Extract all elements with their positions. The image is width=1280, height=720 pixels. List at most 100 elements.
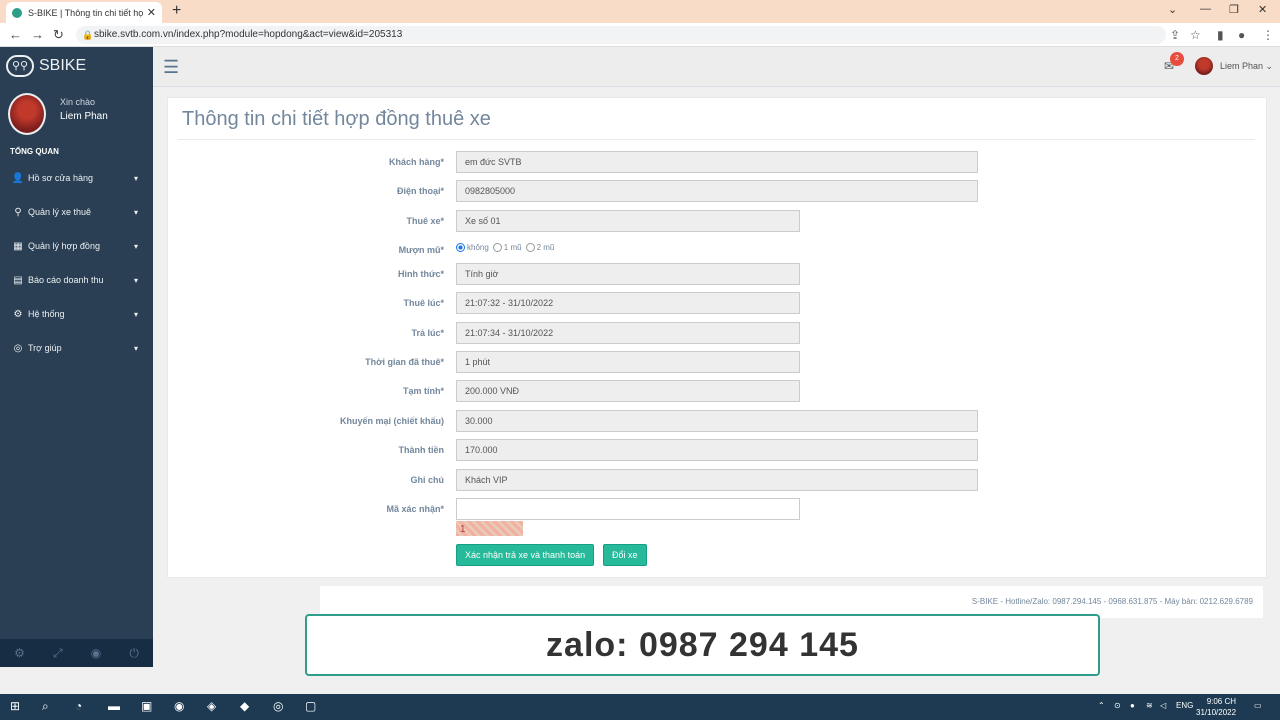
top-avatar[interactable]: [1195, 57, 1213, 75]
clock[interactable]: 9:06 CH 31/10/2022: [1196, 696, 1236, 718]
sidebar-panel-icon[interactable]: ▮: [1217, 28, 1224, 42]
phone-field[interactable]: 0982805000: [456, 180, 978, 202]
rent-time-field[interactable]: 21:07:32 - 31/10/2022: [456, 292, 800, 314]
field-label: Hình thức*: [397, 269, 444, 279]
bicycle-icon: ⚲: [14, 206, 22, 218]
store-icon[interactable]: ▣: [141, 699, 152, 713]
menu-toggle-icon[interactable]: ☰: [163, 57, 179, 78]
notification-center-icon[interactable]: ▭: [1254, 701, 1262, 710]
app-icon[interactable]: ◈: [207, 699, 216, 713]
brand[interactable]: ⚲⚲ SBIKE: [6, 55, 86, 77]
new-tab-icon[interactable]: +: [172, 2, 181, 20]
reload-icon[interactable]: ↻: [53, 27, 64, 43]
customer-field[interactable]: em đức SVTB: [456, 151, 978, 173]
search-icon[interactable]: ⌕: [42, 699, 49, 714]
microphone-icon[interactable]: ●: [1130, 701, 1135, 710]
windows-start-icon[interactable]: ⊞: [10, 699, 20, 713]
field-label: Mượn mũ*: [398, 245, 444, 255]
sidebar-item-label: Quản lý xe thuê: [28, 207, 92, 217]
bike-field[interactable]: Xe số 01: [456, 210, 800, 232]
sidebar-item-xe-thue[interactable]: ⚲ Quản lý xe thuê ▾: [0, 195, 153, 229]
zalo-banner: zalo: 0987 294 145: [305, 614, 1100, 676]
rental-type-field[interactable]: Tính giờ: [456, 263, 800, 285]
total-field[interactable]: 170.000: [456, 439, 978, 461]
volume-icon[interactable]: ◁: [1160, 701, 1166, 710]
forward-icon[interactable]: →: [31, 27, 44, 42]
close-window-icon[interactable]: ✕: [1258, 3, 1267, 16]
field-label: Thành tiền: [398, 445, 445, 455]
profile-icon[interactable]: ●: [1238, 28, 1245, 42]
helmet-option-one[interactable]: 1 mũ: [492, 243, 522, 252]
duration-field[interactable]: 1 phút: [456, 351, 800, 373]
tab-title: S-BIKE | Thông tin chi tiết hợp đồ: [28, 7, 143, 18]
clock-date: 31/10/2022: [1196, 708, 1237, 717]
user-icon: 👤: [11, 172, 25, 184]
sidebar-item-label: Hồ sơ cửa hàng: [28, 173, 93, 183]
chrome-active-icon[interactable]: ◎: [273, 699, 283, 713]
url-input[interactable]: 🔒 sbike.svtb.com.vn/index.php?module=hop…: [76, 26, 1166, 44]
sidebar-item-bao-cao[interactable]: ▤ Báo cáo doanh thu ▾: [0, 263, 153, 297]
favicon-icon: [12, 7, 22, 18]
sidebar-item-he-thong[interactable]: ⚙ Hệ thống ▾: [0, 297, 153, 331]
avatar: [8, 93, 46, 135]
note-input[interactable]: Khách VIP: [456, 469, 978, 491]
browser-tab[interactable]: S-BIKE | Thông tin chi tiết hợp đồ ✕: [6, 2, 162, 23]
sidebar-item-label: Báo cáo doanh thu: [28, 275, 104, 285]
close-tab-icon[interactable]: ✕: [147, 6, 156, 19]
language-indicator[interactable]: ENG: [1176, 701, 1193, 710]
sidebar-footer: ⚙ ⤢ ◉ ⏻: [0, 639, 153, 667]
lock-screen-icon[interactable]: ◉: [91, 646, 101, 660]
helmet-option-two[interactable]: 2 mũ: [525, 243, 554, 252]
tray-chevron-icon[interactable]: ⌃: [1098, 701, 1105, 710]
form-row-thue-luc: Thuê lúc* 21:07:32 - 31/10/2022: [168, 292, 1268, 314]
minimize-icon[interactable]: —: [1200, 3, 1211, 15]
chevron-down-icon: ▾: [133, 275, 138, 285]
back-icon[interactable]: ←: [9, 27, 22, 42]
browser-menu-icon[interactable]: ⋮: [1262, 28, 1274, 42]
form-row-muon-mu: Mượn mũ* không 1 mũ 2 mũ: [168, 239, 1268, 261]
radio-label: không: [467, 243, 489, 252]
share-icon[interactable]: ⇪: [1170, 28, 1180, 42]
radio-button[interactable]: [492, 243, 502, 252]
form-row-tam-tinh: Tạm tính* 200.000 VNĐ: [168, 380, 1268, 402]
return-time-field[interactable]: 21:07:34 - 31/10/2022: [456, 322, 800, 344]
logout-icon[interactable]: ⏻: [129, 646, 139, 661]
sidebar-item-ho-so[interactable]: 👤 Hồ sơ cửa hàng ▾: [0, 161, 153, 195]
top-user-name[interactable]: Liem Phan ⌄: [1220, 61, 1273, 72]
edge-icon[interactable]: ◔: [75, 699, 82, 713]
page-title: Thông tin chi tiết hợp đồng thuê xe: [182, 108, 491, 130]
helmet-option-none[interactable]: không: [456, 243, 489, 252]
subtotal-field[interactable]: 200.000 VNĐ: [456, 380, 800, 402]
sidebar-item-label: Hệ thống: [28, 309, 65, 319]
wifi-icon[interactable]: ≋: [1146, 701, 1153, 710]
tray-app-icon[interactable]: ⊙: [1114, 701, 1121, 710]
notification-badge: 2: [1170, 52, 1184, 66]
field-label: Trả lúc*: [411, 328, 444, 338]
sidebar: ⚲⚲ SBIKE Xin chào Liem Phan TỔNG QUAN 👤 …: [0, 47, 153, 667]
fullscreen-icon[interactable]: ⤢: [53, 646, 63, 661]
captcha-input[interactable]: [456, 498, 800, 520]
chevron-down-icon: ▾: [133, 207, 138, 217]
restore-icon[interactable]: ❐: [1229, 3, 1239, 16]
change-bike-button[interactable]: Đổi xe: [603, 544, 647, 566]
section-title: TỔNG QUAN: [10, 147, 59, 156]
app-icon[interactable]: ◆: [240, 699, 249, 713]
folder-icon[interactable]: ▬: [108, 699, 120, 713]
table-icon: ▦: [13, 240, 23, 252]
radio-button[interactable]: [456, 243, 465, 252]
tab-search-icon[interactable]: ⌄: [1168, 3, 1177, 16]
radio-button[interactable]: [525, 243, 535, 252]
brand-name: SBIKE: [39, 57, 87, 74]
form-row-hinh-thuc: Hình thức* Tính giờ: [168, 263, 1268, 285]
discount-input[interactable]: 30.000: [456, 410, 978, 432]
recorder-icon[interactable]: ▢: [305, 699, 316, 713]
sidebar-item-tro-giup[interactable]: ◎ Trợ giúp ▾: [0, 331, 153, 365]
top-user-name-text: Liem Phan: [1220, 61, 1264, 71]
bookmark-star-icon[interactable]: ☆: [1190, 28, 1201, 42]
chrome-icon[interactable]: ◉: [174, 699, 184, 713]
confirm-return-button[interactable]: Xác nhận trả xe và thanh toán: [456, 544, 595, 566]
form-row-thoi-gian: Thời gian đã thuê* 1 phút: [168, 351, 1268, 373]
sidebar-item-hop-dong[interactable]: ▦ Quản lý hợp đồng ▾: [0, 229, 153, 263]
settings-icon[interactable]: ⚙: [14, 646, 25, 660]
form-row-khuyen-mai: Khuyến mại (chiết khấu) 30.000: [168, 410, 1268, 432]
